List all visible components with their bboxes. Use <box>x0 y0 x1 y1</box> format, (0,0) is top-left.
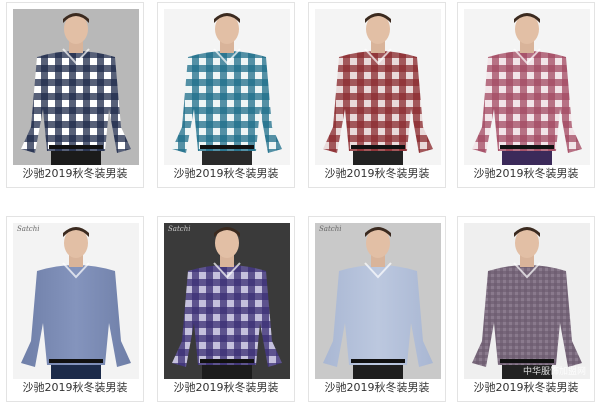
product-image[interactable]: Satchi <box>164 223 290 379</box>
product-image[interactable] <box>13 9 139 165</box>
product-card[interactable]: Satchi 沙驰2019秋冬装男装 <box>6 216 144 402</box>
product-image[interactable]: 中华服饰加盟网 <box>464 223 590 379</box>
model-figure <box>464 9 590 165</box>
model-figure <box>315 9 441 165</box>
model-figure <box>13 9 139 165</box>
brand-logo: Satchi <box>168 225 191 233</box>
brand-logo: Satchi <box>319 225 342 233</box>
product-caption[interactable]: 沙驰2019秋冬装男装 <box>309 164 445 184</box>
model-figure <box>464 223 590 379</box>
product-caption[interactable]: 沙驰2019秋冬装男装 <box>7 378 143 398</box>
product-image[interactable] <box>464 9 590 165</box>
product-card[interactable]: 沙驰2019秋冬装男装 <box>457 2 595 188</box>
product-card[interactable]: Satchi 沙驰2019秋冬装男装 <box>308 216 446 402</box>
product-caption[interactable]: 沙驰2019秋冬装男装 <box>7 164 143 184</box>
product-image[interactable] <box>315 9 441 165</box>
product-grid: 沙驰2019秋冬装男装 沙驰2019秋冬装男装 沙驰2019秋冬装男装 沙驰20… <box>0 0 600 410</box>
product-card[interactable]: 沙驰2019秋冬装男装 <box>6 2 144 188</box>
product-image[interactable] <box>164 9 290 165</box>
product-card[interactable]: 中华服饰加盟网 沙驰2019秋冬装男装 <box>457 216 595 402</box>
product-caption[interactable]: 沙驰2019秋冬装男装 <box>458 164 594 184</box>
brand-logo: Satchi <box>17 225 40 233</box>
product-caption[interactable]: 沙驰2019秋冬装男装 <box>309 378 445 398</box>
product-card[interactable]: Satchi 沙驰2019秋冬装男装 <box>157 216 295 402</box>
product-image[interactable]: Satchi <box>13 223 139 379</box>
product-card[interactable]: 沙驰2019秋冬装男装 <box>308 2 446 188</box>
product-caption[interactable]: 沙驰2019秋冬装男装 <box>158 378 294 398</box>
watermark: 中华服饰加盟网 <box>522 367 586 377</box>
product-caption[interactable]: 沙驰2019秋冬装男装 <box>458 378 594 398</box>
model-figure <box>13 223 139 379</box>
product-caption[interactable]: 沙驰2019秋冬装男装 <box>158 164 294 184</box>
model-figure <box>164 223 290 379</box>
product-card[interactable]: 沙驰2019秋冬装男装 <box>157 2 295 188</box>
model-figure <box>164 9 290 165</box>
model-figure <box>315 223 441 379</box>
product-image[interactable]: Satchi <box>315 223 441 379</box>
